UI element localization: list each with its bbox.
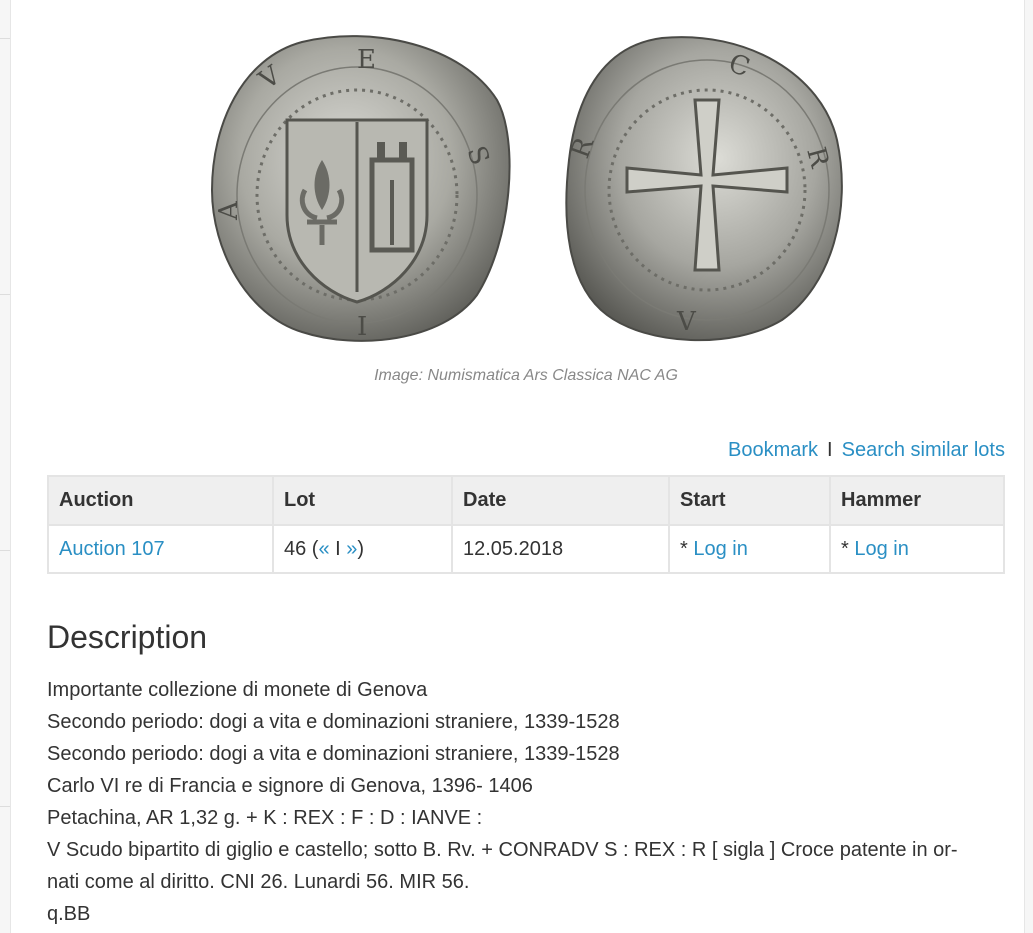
start-asterisk: * <box>680 537 694 560</box>
column-header-hammer: Hammer <box>829 475 1005 525</box>
start-cell: * Log in <box>668 524 831 574</box>
svg-text:E: E <box>357 45 376 75</box>
svg-text:A: A <box>214 200 244 221</box>
sidebar-segment <box>0 38 10 295</box>
lot-actions: Bookmark I Search similar lots <box>728 439 1005 462</box>
auction-cell: Auction 107 <box>47 524 274 574</box>
description-text: Importante collezione di monete di Genov… <box>47 674 1005 930</box>
coin-reverse: C R R V <box>565 36 843 342</box>
auction-link[interactable]: Auction 107 <box>59 538 165 560</box>
hammer-asterisk: * <box>841 537 855 560</box>
left-sidebar-edge <box>0 0 11 933</box>
next-lot-link[interactable]: » <box>346 538 357 560</box>
coin-obverse: V E S A I <box>210 35 511 342</box>
image-caption: Image: Numismatica Ars Classica NAC AG <box>374 367 678 384</box>
sidebar-segment <box>0 550 10 807</box>
hammer-login-link[interactable]: Log in <box>854 538 909 560</box>
bookmark-link[interactable]: Bookmark <box>728 439 818 461</box>
table-header-row: Auction Lot Date Start Hammer <box>47 475 1005 525</box>
hammer-cell: * Log in <box>829 524 1005 574</box>
column-header-auction: Auction <box>47 475 274 525</box>
sidebar-segment <box>0 0 10 39</box>
lot-nav-separator: I <box>329 537 347 560</box>
lot-number: 46 ( <box>284 537 319 560</box>
right-sidebar-edge <box>1024 0 1033 933</box>
column-header-start: Start <box>668 475 831 525</box>
coin-image[interactable]: V E S A I C R R V <box>207 30 847 355</box>
coin-illustration: V E S A I C R R V <box>210 35 843 342</box>
description-line: V Scudo bipartito di giglio e castello; … <box>47 839 958 861</box>
description-line: Secondo periodo: dogi a vita e dominazio… <box>47 743 620 765</box>
table-row: Auction 107 46 (« I ») 12.05.2018 * Log … <box>47 524 1005 574</box>
column-header-lot: Lot <box>272 475 453 525</box>
actions-separator: I <box>827 439 833 461</box>
description-line: Petachina, AR 1,32 g. + K : REX : F : D … <box>47 807 483 829</box>
start-login-link[interactable]: Log in <box>693 538 748 560</box>
svg-text:V: V <box>676 307 697 337</box>
description-line: Carlo VI re di Francia e signore di Geno… <box>47 775 533 797</box>
sidebar-segment <box>0 294 10 551</box>
description-line: nati come al diritto. CNI 26. Lunardi 56… <box>47 871 470 893</box>
column-header-date: Date <box>451 475 670 525</box>
description-line: Secondo periodo: dogi a vita e dominazio… <box>47 711 620 733</box>
search-similar-lots-link[interactable]: Search similar lots <box>842 439 1005 461</box>
date-cell: 12.05.2018 <box>451 524 670 574</box>
lot-close-paren: ) <box>357 537 365 560</box>
description-line: q.BB <box>47 903 91 925</box>
previous-lot-link[interactable]: « <box>318 538 329 560</box>
lot-table: Auction Lot Date Start Hammer Auction 10… <box>47 475 1005 574</box>
description-heading: Description <box>47 619 208 655</box>
lot-cell: 46 (« I ») <box>272 524 453 574</box>
svg-text:I: I <box>357 312 367 342</box>
description-line: Importante collezione di monete di Genov… <box>47 679 428 701</box>
